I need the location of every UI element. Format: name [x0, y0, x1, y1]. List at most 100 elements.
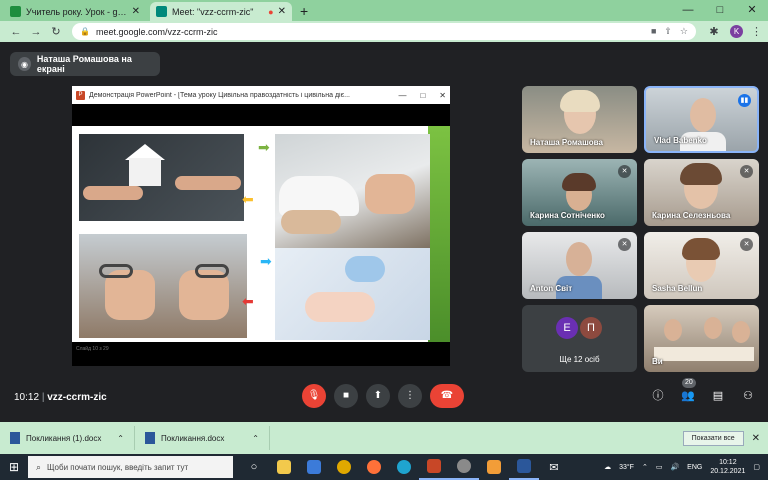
tab-close-icon[interactable]: ✕ — [278, 6, 286, 17]
close-downloads-icon[interactable]: ✕ — [752, 433, 760, 444]
chat-button[interactable]: ▤ — [708, 384, 728, 408]
participant-name: Sasha Bellun — [652, 284, 703, 293]
minimize-button[interactable]: — — [672, 0, 704, 21]
chrome-icon[interactable] — [329, 454, 359, 480]
extensions-puzzle-icon[interactable]: ✱ — [704, 25, 724, 38]
show-all-button[interactable]: Показати все — [682, 430, 744, 446]
others-avatars: Е П — [556, 317, 604, 339]
taskbar-apps: ○ ✉ — [239, 454, 569, 480]
input-language[interactable]: ENG — [687, 464, 702, 471]
profile-avatar[interactable]: K — [730, 25, 743, 38]
tab-close-icon[interactable]: ✕ — [132, 6, 140, 17]
mic-toggle-button[interactable]: 🎙 — [302, 384, 326, 408]
tab-meet[interactable]: Meet: "vzz-ccrm-zic" ● ✕ — [150, 2, 292, 21]
avatar: П — [580, 317, 602, 339]
file-explorer-icon[interactable] — [269, 454, 299, 480]
meeting-side-controls: ⓘ 👥 20 ▤ ⚇ — [648, 378, 758, 408]
participant-face — [704, 317, 722, 339]
browser-tab-strip: Учитель року. Урок - grebench ✕ Meet: "v… — [0, 0, 768, 21]
call-controls: 🎙 ■ ⬆ ⋮ ☎ — [302, 384, 464, 408]
mail-icon[interactable]: ✉ — [539, 454, 569, 480]
close-window-button[interactable]: ✕ — [736, 0, 768, 21]
task-view-icon[interactable]: ○ — [239, 454, 269, 480]
forward-arrow-icon[interactable]: → — [26, 26, 46, 38]
clock-time: 10:12 — [719, 459, 737, 466]
url-input[interactable]: 🔒 meet.google.com/vzz-ccrm-zic ■ ⇪ ☆ — [72, 23, 696, 40]
participant-name: Карина Селезньова — [652, 211, 731, 220]
participant-tile[interactable]: ✕ Карина Сотніченко — [522, 159, 637, 226]
participant-tile[interactable]: ✕ Карина Селезньова — [644, 159, 759, 226]
avatar: Е — [556, 317, 578, 339]
browser-menu-icon[interactable]: ⋮ — [751, 25, 762, 38]
firefox-icon[interactable] — [359, 454, 389, 480]
chrome-meet-taskbar-icon[interactable] — [449, 454, 479, 480]
slide-status: Слайд 10 з 29 — [72, 342, 450, 366]
presenter-chip: ◉ Наташа Ромашова на екрані — [10, 52, 160, 76]
present-now-button[interactable]: ⬆ — [366, 384, 390, 408]
more-options-button[interactable]: ⋮ — [398, 384, 422, 408]
camera-permission-icon[interactable]: ■ — [651, 26, 656, 37]
house-shape — [129, 158, 161, 186]
bookmark-star-icon[interactable]: ☆ — [680, 26, 688, 37]
taskbar-clock[interactable]: 10:12 20.12.2021 — [710, 458, 745, 476]
participant-face — [664, 319, 682, 341]
chevron-up-icon[interactable]: ⌃ — [252, 434, 259, 443]
self-tile[interactable]: Ви — [644, 305, 759, 372]
camera-toggle-button[interactable]: ■ — [334, 384, 358, 408]
classroom-favicon-icon — [10, 6, 21, 17]
edge-icon[interactable] — [389, 454, 419, 480]
meeting-details-button[interactable]: ⓘ — [648, 384, 668, 408]
tab-teacher[interactable]: Учитель року. Урок - grebench ✕ — [4, 2, 146, 21]
participant-face — [732, 321, 750, 343]
windows-start-icon[interactable]: ⊞ — [0, 460, 28, 474]
green-arrow-icon: ➡ — [258, 139, 270, 155]
download-filename: Покликання (1).docx — [26, 433, 102, 443]
hand-shape — [175, 176, 241, 190]
download-item[interactable]: Покликання.docx ⌃ — [135, 426, 270, 450]
downloads-bar: Покликання (1).docx ⌃ Покликання.docx ⌃ … — [0, 422, 768, 454]
participant-tile[interactable]: Наташа Ромашова — [522, 86, 637, 153]
people-button[interactable]: 👥 20 — [678, 378, 698, 408]
ppt-maximize-icon: □ — [420, 90, 426, 100]
word-taskbar-icon[interactable] — [509, 454, 539, 480]
powerpoint-titlebar: P Демонстрація PowerPoint - [Тема уроку … — [72, 86, 450, 104]
store-icon[interactable] — [299, 454, 329, 480]
reload-icon[interactable]: ↻ — [46, 25, 66, 38]
ribbon-bow-shape — [345, 256, 385, 282]
meet-favicon-icon — [156, 6, 167, 17]
car-keys-photo — [275, 134, 430, 249]
baby-shape — [305, 292, 375, 322]
participant-name: Anton Світ — [530, 284, 573, 293]
search-placeholder: Щоби почати пошук, введіть запит тут — [47, 462, 189, 472]
back-arrow-icon[interactable]: ← — [6, 26, 26, 38]
participant-name: Карина Сотніченко — [530, 211, 605, 220]
chevron-up-icon[interactable]: ⌃ — [117, 434, 124, 443]
maximize-button[interactable]: □ — [704, 0, 736, 21]
participant-tile[interactable]: ▮▮ Vlad Babenko — [644, 86, 759, 153]
participant-hair — [562, 173, 596, 191]
yellow-arrow-icon: ⬅ — [242, 191, 254, 207]
powerpoint-icon: P — [76, 90, 85, 100]
new-tab-button[interactable]: + — [300, 2, 308, 21]
leave-call-button[interactable]: ☎ — [430, 384, 464, 408]
powerpoint-taskbar-icon[interactable] — [419, 454, 449, 480]
volume-icon[interactable]: 🔊 — [670, 463, 679, 471]
notifications-icon[interactable]: ▢ — [753, 463, 760, 471]
participant-tile[interactable]: ✕ Sasha Bellun — [644, 232, 759, 299]
tray-chevron-icon[interactable]: ⌃ — [642, 463, 648, 471]
hand-shape — [83, 186, 143, 200]
activities-button[interactable]: ⚇ — [738, 384, 758, 408]
share-icon[interactable]: ⇪ — [664, 26, 672, 37]
money-hand-shape — [281, 210, 341, 234]
house-handover-photo — [79, 134, 244, 221]
network-icon[interactable]: ▭ — [656, 463, 663, 471]
participant-name: Ви — [652, 357, 663, 366]
participant-tile[interactable]: ✕ Anton Світ — [522, 232, 637, 299]
weather-temperature[interactable]: 33°F — [619, 464, 634, 471]
mic-off-icon: ✕ — [740, 165, 753, 178]
app-orange-icon[interactable] — [479, 454, 509, 480]
others-tile[interactable]: Е П Ще 12 осіб — [522, 305, 637, 372]
download-item[interactable]: Покликання (1).docx ⌃ — [0, 426, 135, 450]
taskbar-search-input[interactable]: ⌕ Щоби почати пошук, введіть запит тут — [28, 456, 233, 478]
window-controls: — □ ✕ — [672, 0, 768, 21]
